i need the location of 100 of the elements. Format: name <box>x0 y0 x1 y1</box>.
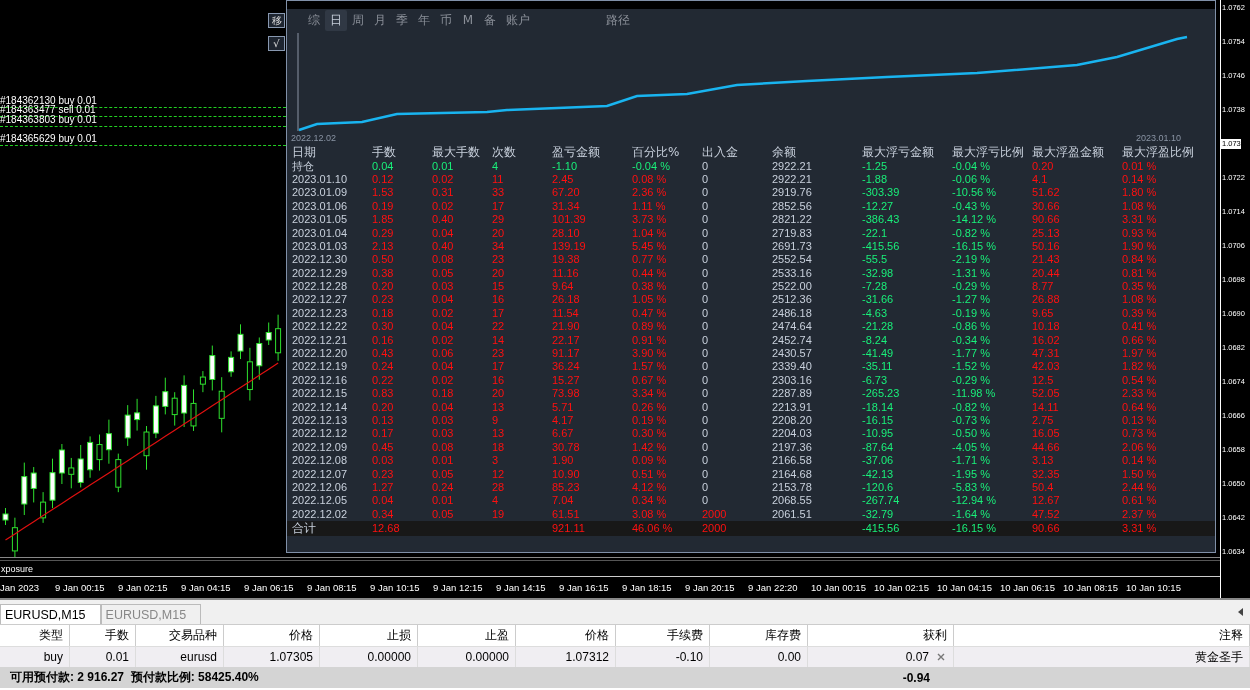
tool-button[interactable]: √ <box>268 36 285 51</box>
table-cell-text: 0.20 <box>1032 159 1055 173</box>
period-tab[interactable]: 月 <box>369 9 391 31</box>
table-cell-text: 61.51 <box>552 507 581 521</box>
table-cell-text: 0.40 <box>432 213 455 227</box>
table-cell-text: 0.93 % <box>1122 226 1158 240</box>
table-cell-text: 16 <box>492 373 506 387</box>
column-header: 最大浮盈金额 <box>1032 146 1105 160</box>
table-cell-text: 0 <box>702 186 710 200</box>
table-cell-text: 2023.01.09 <box>292 186 349 200</box>
table-cell-text: -1.27 % <box>952 293 991 307</box>
table-cell-text: 25.13 <box>1032 226 1061 240</box>
table-cell-text: -1.64 % <box>952 507 991 521</box>
table-cell-text: 0 <box>702 480 710 494</box>
table-cell-text: 0.04 <box>372 494 395 508</box>
table-cell-text: 2486.18 <box>772 306 813 320</box>
table-cell-text: -0.29 % <box>952 280 991 294</box>
table-cell-text: 13 <box>492 400 506 414</box>
table-cell-text: 2719.83 <box>772 226 813 240</box>
candle <box>256 337 263 381</box>
table-cell-text: 0.05 <box>432 507 455 521</box>
period-tab[interactable]: 币 <box>435 9 457 31</box>
table-cell-text: 12.5 <box>1032 373 1055 387</box>
table-cell-text: 0.31 <box>432 186 455 200</box>
table-cell-text: 0.89 % <box>632 320 668 334</box>
time-label: 10 Jan 04:15 <box>937 582 993 593</box>
table-cell-text: 0.01 % <box>1122 159 1158 173</box>
table-cell-text: -415.56 <box>862 239 901 253</box>
table-cell-text: 2022.12.02 <box>292 507 349 521</box>
indicator-label: xposure <box>0 563 34 574</box>
period-tab[interactable]: 综 <box>303 9 325 31</box>
time-label: 9 Jan 06:15 <box>244 582 295 593</box>
chart-tab[interactable]: EURUSD,M15 <box>0 604 101 624</box>
table-cell-text: 2022.12.28 <box>292 280 349 294</box>
table-cell-text: 0.40 <box>432 239 455 253</box>
period-tab[interactable]: 账户 <box>501 9 535 31</box>
table-cell-text: 4 <box>492 494 500 508</box>
table-cell-text: -32.98 <box>862 266 895 280</box>
table-cell-text: 0.26 % <box>632 400 668 414</box>
time-label: 9 Jan 10:15 <box>370 582 421 593</box>
table-cell-text: 0.22 <box>372 373 395 387</box>
table-cell-text: 0.01 <box>432 494 455 508</box>
table-cell-text: -2.19 % <box>952 253 991 267</box>
order-label: #184362130 buy 0.01 <box>0 96 97 106</box>
table-cell-text: -0.86 % <box>952 320 991 334</box>
table-cell-text: 2533.16 <box>772 266 813 280</box>
table-cell-text: -21.28 <box>862 320 895 334</box>
table-cell-text: -14.12 % <box>952 213 998 227</box>
time-label: 9 Jan 00:15 <box>55 582 106 593</box>
table-cell-text: 22 <box>492 320 506 334</box>
table-cell-text: -16.15 <box>862 414 895 427</box>
table-cell-text: 3.08 % <box>632 507 668 521</box>
table-cell-text: 1.80 % <box>1122 186 1158 200</box>
table-cell-text: 15 <box>492 280 506 294</box>
table-cell-text: -7.28 <box>862 280 889 294</box>
table-cell-text: -265.23 <box>862 387 901 401</box>
period-tab[interactable]: 备 <box>479 9 501 31</box>
table-cell-text: 3 <box>492 454 500 468</box>
tool-button[interactable]: 移 <box>268 13 285 28</box>
table-cell-text: 0.04 <box>432 293 455 307</box>
period-tab[interactable]: 季 <box>391 9 413 31</box>
scroll-left-icon[interactable] <box>1238 608 1244 616</box>
table-cell-text: -0.19 % <box>952 306 991 320</box>
table-cell-text: -10.95 <box>862 427 895 441</box>
table-cell-text: -1.77 % <box>952 347 991 361</box>
column-header: 价格 <box>224 625 320 646</box>
period-tab[interactable]: 周 <box>347 9 369 31</box>
table-cell-text: 2919.76 <box>772 186 813 200</box>
table-cell-text: -0.06 % <box>952 172 991 186</box>
table-cell-text: 51.62 <box>1032 186 1061 200</box>
period-tab[interactable]: 路径 <box>601 9 635 31</box>
time-label: 9 Jan 12:15 <box>433 582 484 593</box>
table-cell-text: 2022.12.23 <box>292 306 349 320</box>
table-cell-text: 1.97 % <box>1122 347 1158 361</box>
table-cell-text: 0.08 <box>432 440 455 454</box>
column-header: 余额 <box>772 146 797 160</box>
table-cell-text: 2068.55 <box>772 494 813 508</box>
chart-tab[interactable]: EURUSD,M15 <box>100 604 202 624</box>
time-label: 9 Jan 14:15 <box>496 582 547 593</box>
table-cell-text: 3.73 % <box>632 213 668 227</box>
table-cell-text: 0 <box>702 239 710 253</box>
table-cell-text: -0.43 % <box>952 199 991 213</box>
table-cell-text: 34 <box>492 239 506 253</box>
table-cell-text: -0.04 % <box>632 159 671 173</box>
close-icon[interactable] <box>937 653 945 661</box>
table-cell-text: 0.02 <box>432 333 455 347</box>
table-cell-text: 7.04 <box>552 494 575 508</box>
period-tab[interactable]: 日 <box>325 9 347 31</box>
period-tab[interactable]: 年 <box>413 9 435 31</box>
table-cell-text: -11.98 % <box>952 387 997 401</box>
candle <box>209 345 216 391</box>
period-tab[interactable]: M <box>457 11 479 29</box>
table-cell-text: -87.64 <box>862 440 895 454</box>
table-cell-text: 11 <box>492 172 505 186</box>
table-cell-text: 2208.20 <box>772 414 813 427</box>
table-cell-text: 0 <box>702 159 710 173</box>
table-cell-text: 0.14 % <box>1122 454 1158 468</box>
table-cell-text: 20.44 <box>1032 266 1061 280</box>
table-cell-text: 1.05 % <box>632 293 668 307</box>
table-cell-text: 5.45 % <box>632 239 668 253</box>
